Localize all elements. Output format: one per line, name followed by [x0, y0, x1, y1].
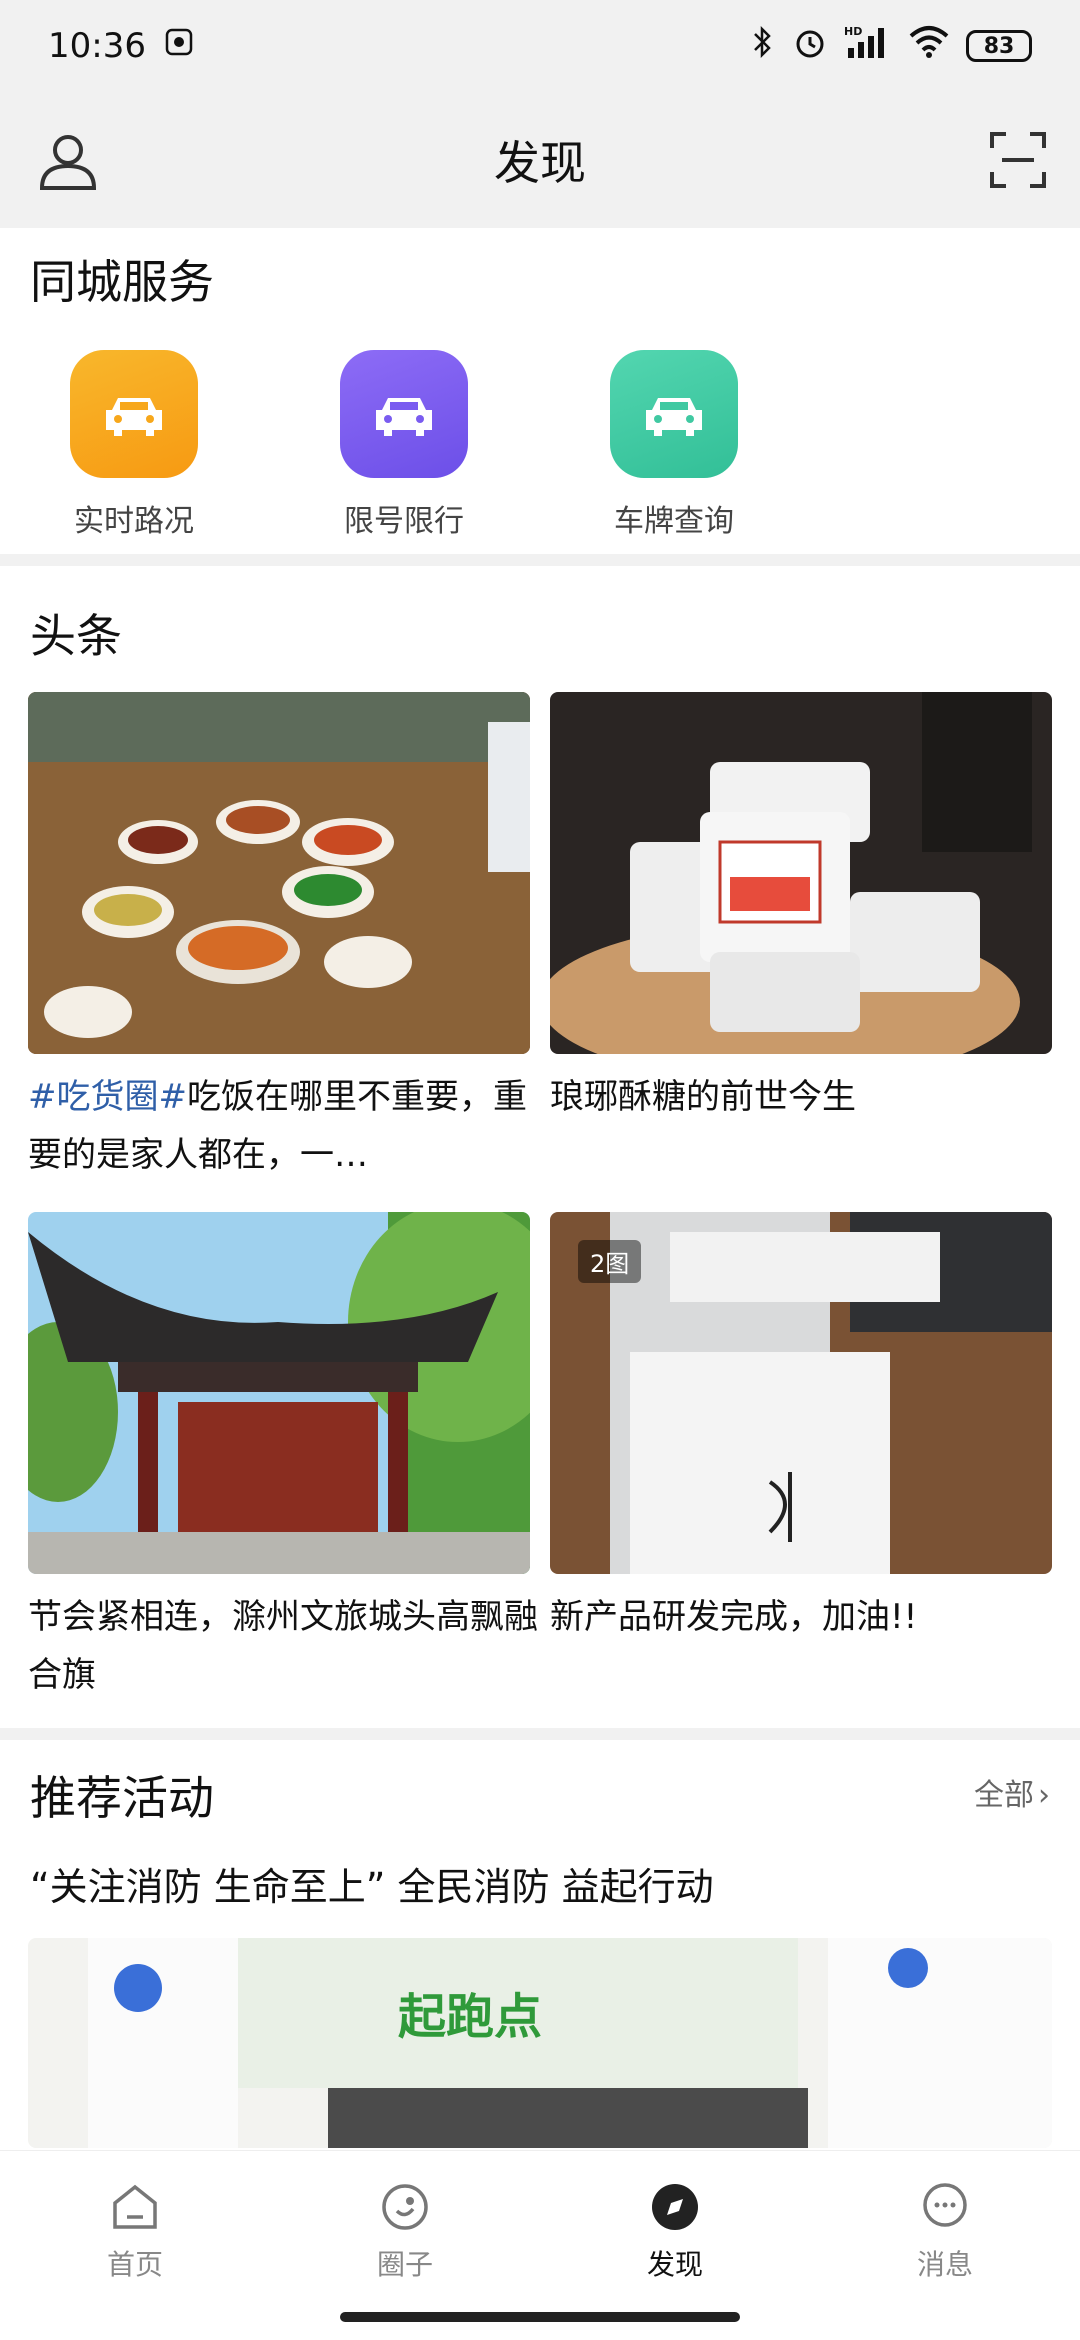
car-icon [340, 350, 468, 478]
status-time: 10:36 [48, 26, 146, 66]
section-divider [0, 554, 1080, 566]
card-title: 琅琊酥糖的前世今生 [550, 1077, 856, 1117]
bluetooth-icon [750, 24, 776, 68]
headline-card[interactable]: 2图 新产品研发完成，加油!! [550, 1212, 1052, 1646]
service-label: 限号限行 [344, 504, 464, 539]
home-icon [109, 2181, 161, 2233]
nav-label: 首页 [106, 2248, 163, 2281]
headline-card[interactable]: 节会紧相连，滁州文旅城头高飘融合旗 [28, 1212, 538, 1704]
page-title: 发现 [494, 136, 586, 190]
service-restriction[interactable]: 限号限行 [304, 350, 504, 540]
card-image-candy [550, 692, 1052, 1054]
card-title: 新产品研发完成，加油!! [550, 1597, 918, 1637]
nav-home[interactable]: 首页 [55, 2181, 215, 2283]
activity-title[interactable]: “关注消防 生命至上” 全民消防 益起行动 [30, 1856, 714, 1911]
home-indicator[interactable] [340, 2312, 740, 2322]
app-header: 发现 [0, 92, 1080, 228]
service-label: 实时路况 [74, 504, 194, 539]
headlines-title: 头条 [30, 609, 122, 663]
card-title: 节会紧相连，滁州文旅城头高飘融合旗 [28, 1597, 538, 1695]
car-icon [610, 350, 738, 478]
activity-section-title: 推荐活动 [30, 1771, 214, 1825]
profile-icon[interactable] [36, 128, 100, 192]
card-image-food [28, 692, 530, 1054]
service-label: 车牌查询 [614, 504, 734, 539]
wifi-icon [908, 24, 950, 68]
nav-label: 发现 [646, 2248, 703, 2281]
notification-icon [164, 26, 194, 66]
chat-icon [919, 2181, 971, 2233]
card-image-pavilion [28, 1212, 530, 1574]
signal-icon: HD [844, 24, 892, 68]
card-image-product: 2图 [550, 1212, 1052, 1574]
services-grid: 实时路况 限号限行 车牌查询 [0, 350, 1080, 540]
headline-card[interactable]: 琅琊酥糖的前世今生 [550, 692, 1052, 1126]
nav-messages[interactable]: 消息 [865, 2181, 1025, 2283]
section-divider [0, 1728, 1080, 1740]
car-icon [70, 350, 198, 478]
card-title: #吃货圈#吃饭在哪里不重要，重要的是家人都在，一… [28, 1077, 527, 1175]
activity-banner[interactable]: 起跑点 [28, 1938, 1052, 2148]
hashtag[interactable]: #吃货圈# [28, 1077, 187, 1117]
discover-icon [649, 2181, 701, 2233]
nav-circle[interactable]: 圈子 [325, 2181, 485, 2283]
nav-discover[interactable]: 发现 [595, 2181, 755, 2283]
nav-label: 圈子 [376, 2248, 433, 2281]
battery-indicator: 83 [966, 30, 1032, 62]
service-plate-query[interactable]: 车牌查询 [574, 350, 774, 540]
services-title: 同城服务 [30, 255, 214, 309]
service-traffic[interactable]: 实时路况 [34, 350, 234, 540]
nav-label: 消息 [916, 2248, 973, 2281]
circle-icon [379, 2181, 431, 2233]
svg-text:HD: HD [844, 25, 862, 38]
scan-icon[interactable] [988, 130, 1048, 190]
chevron-right-icon: › [1038, 1778, 1050, 1813]
svg-text:起跑点: 起跑点 [398, 1989, 542, 2045]
image-count-badge: 2图 [578, 1240, 642, 1283]
view-all-link[interactable]: 全部 › [974, 1770, 1050, 1814]
status-bar: 10:36 HD 83 [0, 0, 1080, 92]
alarm-icon [792, 24, 828, 68]
headline-card[interactable]: #吃货圈#吃饭在哪里不重要，重要的是家人都在，一… [28, 692, 530, 1184]
